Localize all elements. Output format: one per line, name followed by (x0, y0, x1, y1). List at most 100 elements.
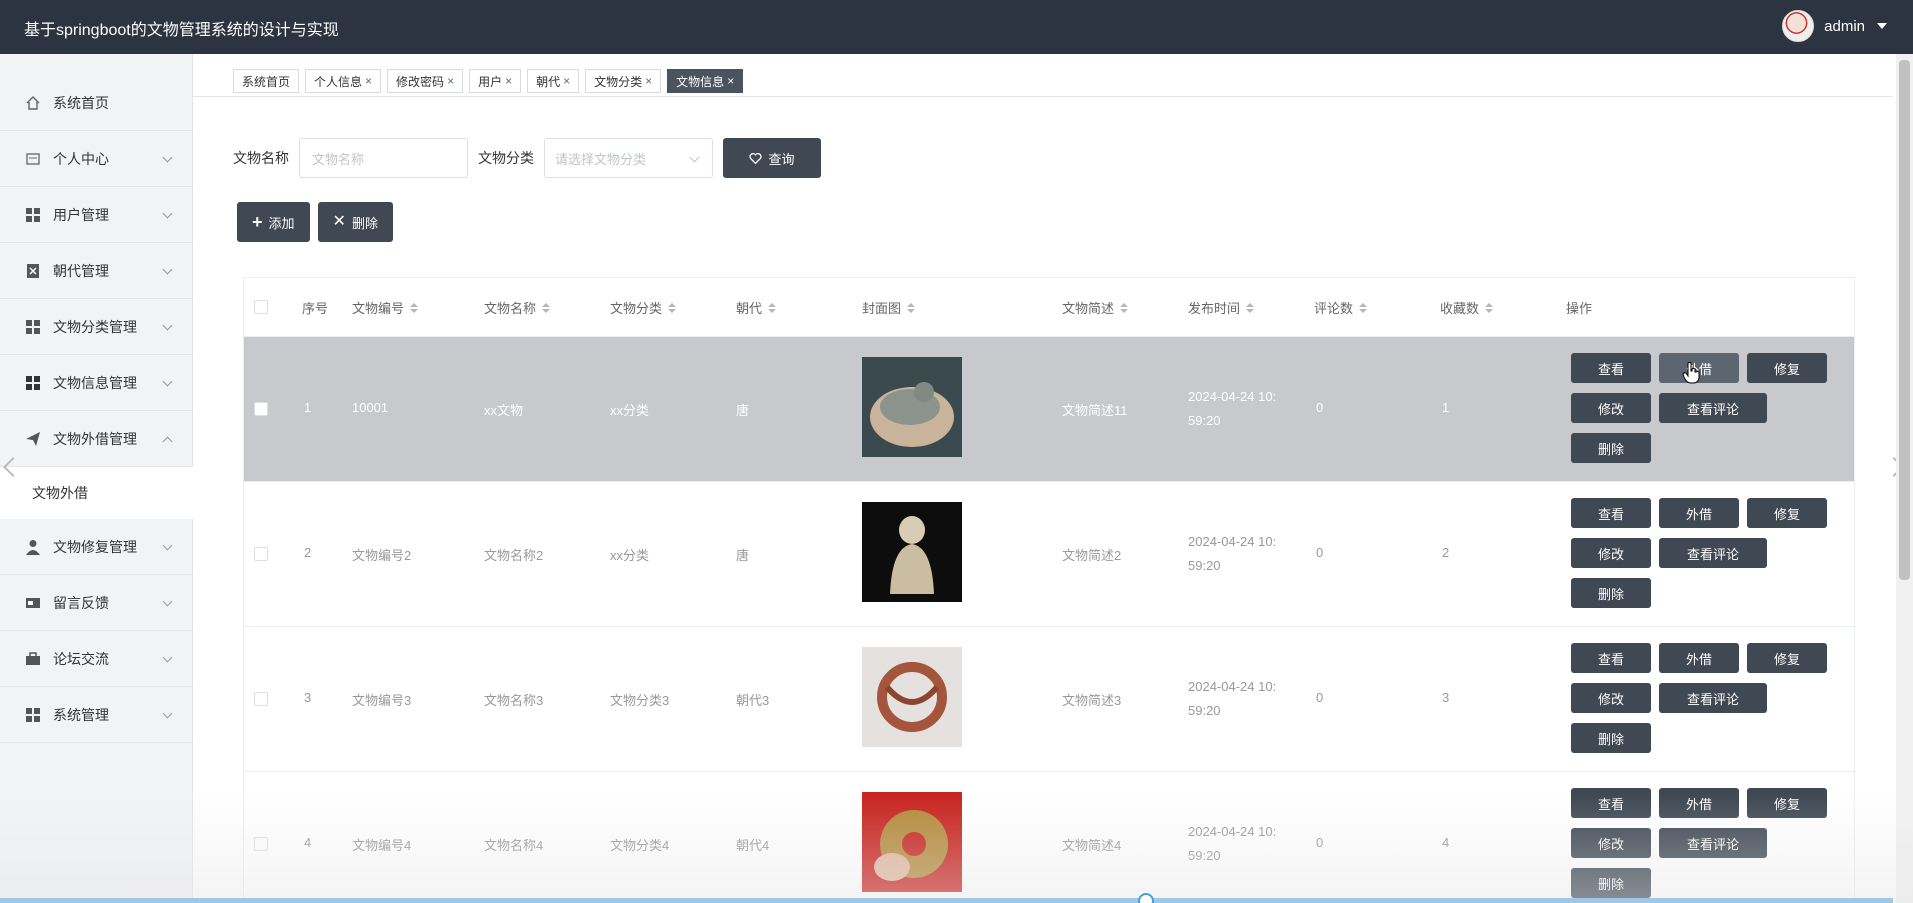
view-comments-button[interactable]: 查看评论 (1659, 828, 1767, 858)
sidebar-item-system[interactable]: 系统管理 (0, 687, 193, 743)
user-menu[interactable]: admin (1782, 10, 1887, 42)
cell-favorites: 2 (1442, 545, 1450, 560)
name-search-input[interactable]: 文物名称 (299, 138, 468, 178)
caret-down-icon[interactable] (1877, 23, 1887, 29)
lend-button[interactable]: 外借 (1659, 498, 1739, 528)
action-bar: + 添加 ✕ 删除 (237, 202, 393, 242)
delete-button[interactable]: ✕ 删除 (317, 202, 393, 242)
avatar[interactable] (1782, 10, 1815, 42)
close-icon[interactable]: × (563, 74, 570, 88)
repair-button[interactable]: 修复 (1747, 788, 1827, 818)
sidebar-item-relic-info[interactable]: 文物信息管理 (0, 355, 193, 411)
table-row[interactable]: 4 文物编号4 文物名称4 文物分类4 朝代4 文物简述4 2024-04-24… (244, 772, 1854, 903)
col-header-dynasty[interactable]: 朝代 (736, 298, 777, 317)
lend-button[interactable]: 外借 (1659, 643, 1739, 673)
table-row[interactable]: 1 10001 xx文物 xx分类 唐 文物简述11 2024-04-24 10… (244, 337, 1854, 482)
sidebar-item-label: 论坛交流 (53, 650, 109, 667)
cell-comments: 0 (1316, 690, 1324, 705)
cover-image[interactable] (862, 357, 962, 457)
table-row[interactable]: 2 文物编号2 文物名称2 xx分类 唐 文物简述2 2024-04-24 10… (244, 482, 1854, 627)
repair-button[interactable]: 修复 (1747, 498, 1827, 528)
row-checkbox[interactable] (254, 547, 268, 561)
col-header-code[interactable]: 文物编号 (352, 298, 419, 317)
progress-handle[interactable] (1138, 893, 1154, 903)
view-button[interactable]: 查看 (1571, 353, 1651, 383)
progress-bar[interactable] (0, 898, 1893, 903)
tab-category[interactable]: 文物分类 × (585, 69, 662, 93)
close-icon[interactable]: × (447, 74, 454, 88)
sidebar-item-users[interactable]: 用户管理 (0, 187, 193, 243)
sidebar-item-label: 文物分类管理 (53, 318, 137, 335)
scrollbar-thumb[interactable] (1899, 60, 1910, 580)
close-icon[interactable]: × (727, 74, 734, 88)
row-checkbox[interactable] (254, 837, 268, 851)
close-icon[interactable]: × (365, 74, 372, 88)
tab-home[interactable]: 系统首页 (233, 69, 300, 93)
tab-password[interactable]: 修改密码 × (387, 69, 464, 93)
sidebar-item-home[interactable]: 系统首页 (0, 75, 193, 131)
tab-relic-info[interactable]: 文物信息 × (667, 69, 744, 93)
repair-button[interactable]: 修复 (1747, 643, 1827, 673)
sidebar-item-lending[interactable]: 文物外借管理 (0, 411, 193, 467)
sidebar-item-feedback[interactable]: 留言反馈 (0, 575, 193, 631)
edit-button[interactable]: 修改 (1571, 538, 1651, 568)
category-placeholder: 请选择文物分类 (555, 151, 647, 167)
view-comments-button[interactable]: 查看评论 (1659, 393, 1767, 423)
edit-button[interactable]: 修改 (1571, 683, 1651, 713)
sort-icon (907, 302, 916, 313)
close-icon[interactable]: × (645, 74, 652, 88)
cell-code: 10001 (352, 400, 389, 415)
category-select[interactable]: 请选择文物分类 (544, 138, 713, 178)
close-icon[interactable]: × (505, 74, 512, 88)
row-delete-button[interactable]: 删除 (1571, 723, 1651, 753)
query-button[interactable]: 查询 (723, 138, 821, 178)
username[interactable]: admin (1824, 18, 1865, 35)
row-checkbox[interactable] (254, 692, 268, 706)
row-delete-button[interactable]: 删除 (1571, 433, 1651, 463)
document-x-icon (24, 262, 42, 280)
view-button[interactable]: 查看 (1571, 498, 1651, 528)
col-header-desc[interactable]: 文物简述 (1062, 298, 1129, 317)
sidebar-item-category[interactable]: 文物分类管理 (0, 299, 193, 355)
cover-image[interactable] (862, 502, 962, 602)
row-checkbox[interactable] (254, 402, 268, 416)
add-button[interactable]: + 添加 (237, 202, 310, 242)
col-header-cover[interactable]: 封面图 (862, 298, 916, 317)
chevron-down-icon (162, 320, 173, 331)
sidebar-item-repair[interactable]: 文物修复管理 (0, 519, 193, 575)
col-header-index: 序号 (302, 301, 329, 316)
tab-profile[interactable]: 个人信息 × (305, 69, 382, 93)
view-comments-button[interactable]: 查看评论 (1659, 683, 1767, 713)
col-header-category[interactable]: 文物分类 (610, 298, 677, 317)
sidebar-item-label: 朝代管理 (53, 262, 109, 279)
sidebar-subitem-lending[interactable]: 文物外借 (0, 467, 193, 519)
view-comments-button[interactable]: 查看评论 (1659, 538, 1767, 568)
select-all-checkbox[interactable] (254, 300, 268, 314)
cover-image[interactable] (862, 792, 962, 892)
edit-button[interactable]: 修改 (1571, 828, 1651, 858)
sidebar-item-forum[interactable]: 论坛交流 (0, 631, 193, 687)
lend-button[interactable]: 外借 (1659, 788, 1739, 818)
tab-dynasty[interactable]: 朝代 × (527, 69, 580, 93)
tab-user[interactable]: 用户 × (469, 69, 522, 93)
col-header-time[interactable]: 发布时间 (1188, 298, 1255, 317)
grid-icon (24, 206, 42, 224)
view-button[interactable]: 查看 (1571, 643, 1651, 673)
table-header: 序号 文物编号 文物名称 文物分类 朝代 封面图 文物简述 发布时间 评论数 收… (244, 278, 1854, 337)
row-delete-button[interactable]: 删除 (1571, 578, 1651, 608)
edit-button[interactable]: 修改 (1571, 393, 1651, 423)
col-header-name[interactable]: 文物名称 (484, 298, 551, 317)
col-header-favorites[interactable]: 收藏数 (1440, 298, 1494, 317)
cover-image[interactable] (862, 647, 962, 747)
repair-button[interactable]: 修复 (1747, 353, 1827, 383)
col-header-comments[interactable]: 评论数 (1314, 298, 1368, 317)
tabs-divider (193, 96, 1893, 97)
sidebar-item-label: 系统管理 (53, 706, 109, 723)
cell-time: 2024-04-24 10: 59:20 (1188, 389, 1277, 428)
sidebar-item-dynasty[interactable]: 朝代管理 (0, 243, 193, 299)
sidebar-item-personal[interactable]: 个人中心 (0, 131, 193, 187)
row-delete-button[interactable]: 删除 (1571, 868, 1651, 898)
table-row[interactable]: 3 文物编号3 文物名称3 文物分类3 朝代3 文物简述3 2024-04-24… (244, 627, 1854, 772)
view-button[interactable]: 查看 (1571, 788, 1651, 818)
cell-category: xx分类 (610, 403, 650, 418)
